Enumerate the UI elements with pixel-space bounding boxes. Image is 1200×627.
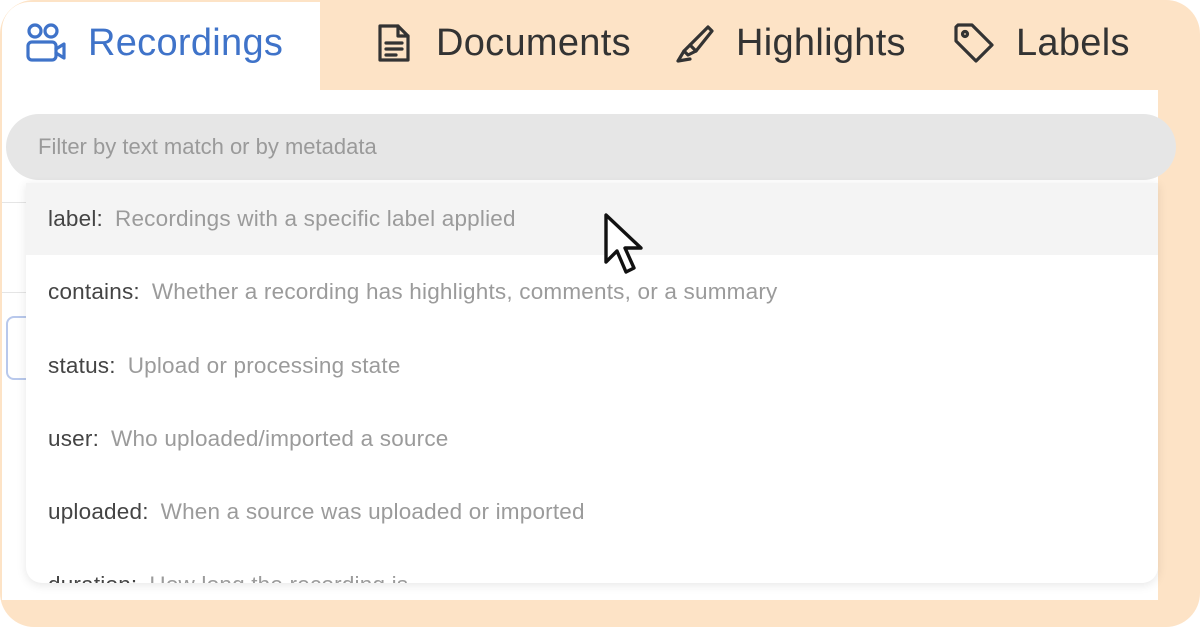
filter-option-user[interactable]: user: Who uploaded/imported a source (26, 403, 1158, 475)
filter-key: uploaded: (48, 499, 149, 524)
filter-option-label[interactable]: label: Recordings with a specific label … (26, 183, 1158, 255)
filter-key: duration: (48, 572, 137, 583)
highlighter-icon (672, 21, 716, 65)
filter-key: contains: (48, 279, 140, 304)
filter-option-contains[interactable]: contains: Whether a recording has highli… (26, 256, 1158, 328)
filter-key: status: (48, 353, 116, 378)
filter-key: user: (48, 426, 100, 451)
filter-description: How long the recording is (149, 572, 408, 583)
filter-description: Who uploaded/imported a source (111, 426, 449, 451)
document-icon (372, 21, 416, 65)
filter-option-duration[interactable]: duration: How long the recording is (26, 549, 1158, 583)
tab-label: Recordings (88, 21, 284, 64)
tab-label: Documents (436, 21, 631, 64)
filter-description: Whether a recording has highlights, comm… (151, 279, 778, 304)
filter-description: Upload or processing state (127, 353, 401, 378)
tab-labels[interactable]: Labels (952, 0, 1130, 86)
mouse-pointer-icon (604, 213, 643, 274)
search-bar[interactable] (6, 114, 1176, 180)
tab-label: Labels (1016, 21, 1130, 64)
filter-option-uploaded[interactable]: uploaded: When a source was uploaded or … (26, 476, 1158, 548)
app-frame: Recordings Documents Highlights Labels F… (0, 0, 1200, 627)
users-icon (24, 21, 68, 65)
tag-icon (952, 21, 996, 65)
tab-recordings[interactable]: Recordings (24, 0, 283, 86)
tab-documents[interactable]: Documents (372, 0, 631, 86)
filter-option-status[interactable]: status: Upload or processing state (26, 330, 1158, 402)
tab-label: Highlights (736, 21, 906, 64)
filter-key: label: (48, 206, 103, 231)
filter-suggestions-dropdown: label: Recordings with a specific label … (26, 183, 1158, 583)
search-input[interactable] (38, 134, 1176, 160)
filter-description: When a source was uploaded or imported (160, 499, 585, 524)
tab-highlights[interactable]: Highlights (672, 0, 906, 86)
filter-description: Recordings with a specific label applied (115, 206, 516, 231)
